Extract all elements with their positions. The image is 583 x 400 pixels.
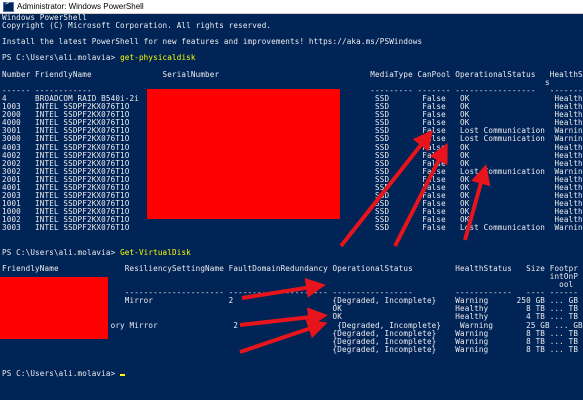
prompt: PS C:\Users\ali.molavia>: [2, 53, 116, 63]
redaction-box-names: [0, 277, 108, 339]
banner-line: Install the latest PowerShell for new fe…: [2, 37, 423, 47]
window-titlebar[interactable]: Administrator: Windows PowerShell: [0, 0, 583, 14]
command-text: Get-VirtualDisk: [120, 247, 191, 257]
window-title: Administrator: Windows PowerShell: [17, 2, 144, 11]
table-row: 3003 INTEL SSDPF2KX076T1O SSD False Lost…: [2, 223, 583, 233]
powershell-icon: [3, 0, 14, 12]
command-text: get-physicaldisk: [120, 53, 196, 63]
prompt: PS C:\Users\ali.molavia>: [2, 247, 116, 257]
prompt: PS C:\Users\ali.molavia>: [2, 369, 116, 379]
redaction-box-serials: [147, 89, 340, 219]
text-cursor: [120, 374, 126, 377]
banner-line: Copyright (C) Microsoft Corporation. All…: [2, 21, 272, 31]
table-row: {Degraded, Incomplete} Warning 8 TB ... …: [2, 344, 579, 354]
